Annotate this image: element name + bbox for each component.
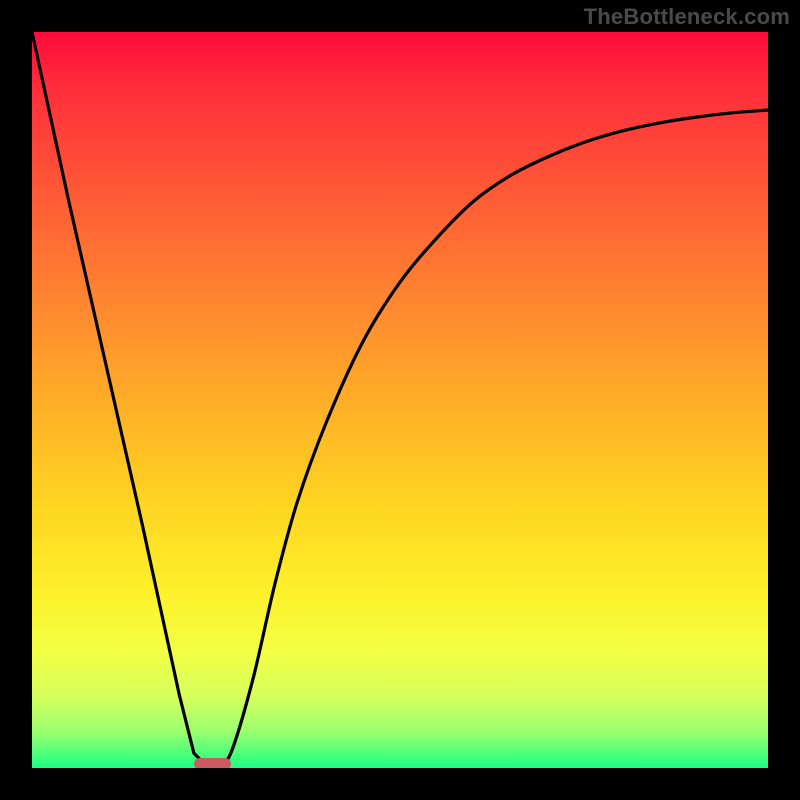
chart-frame: TheBottleneck.com — [0, 0, 800, 800]
watermark-text: TheBottleneck.com — [584, 4, 790, 30]
plot-area — [32, 32, 768, 768]
bottleneck-curve — [32, 32, 768, 768]
optimal-range-marker — [194, 758, 231, 768]
